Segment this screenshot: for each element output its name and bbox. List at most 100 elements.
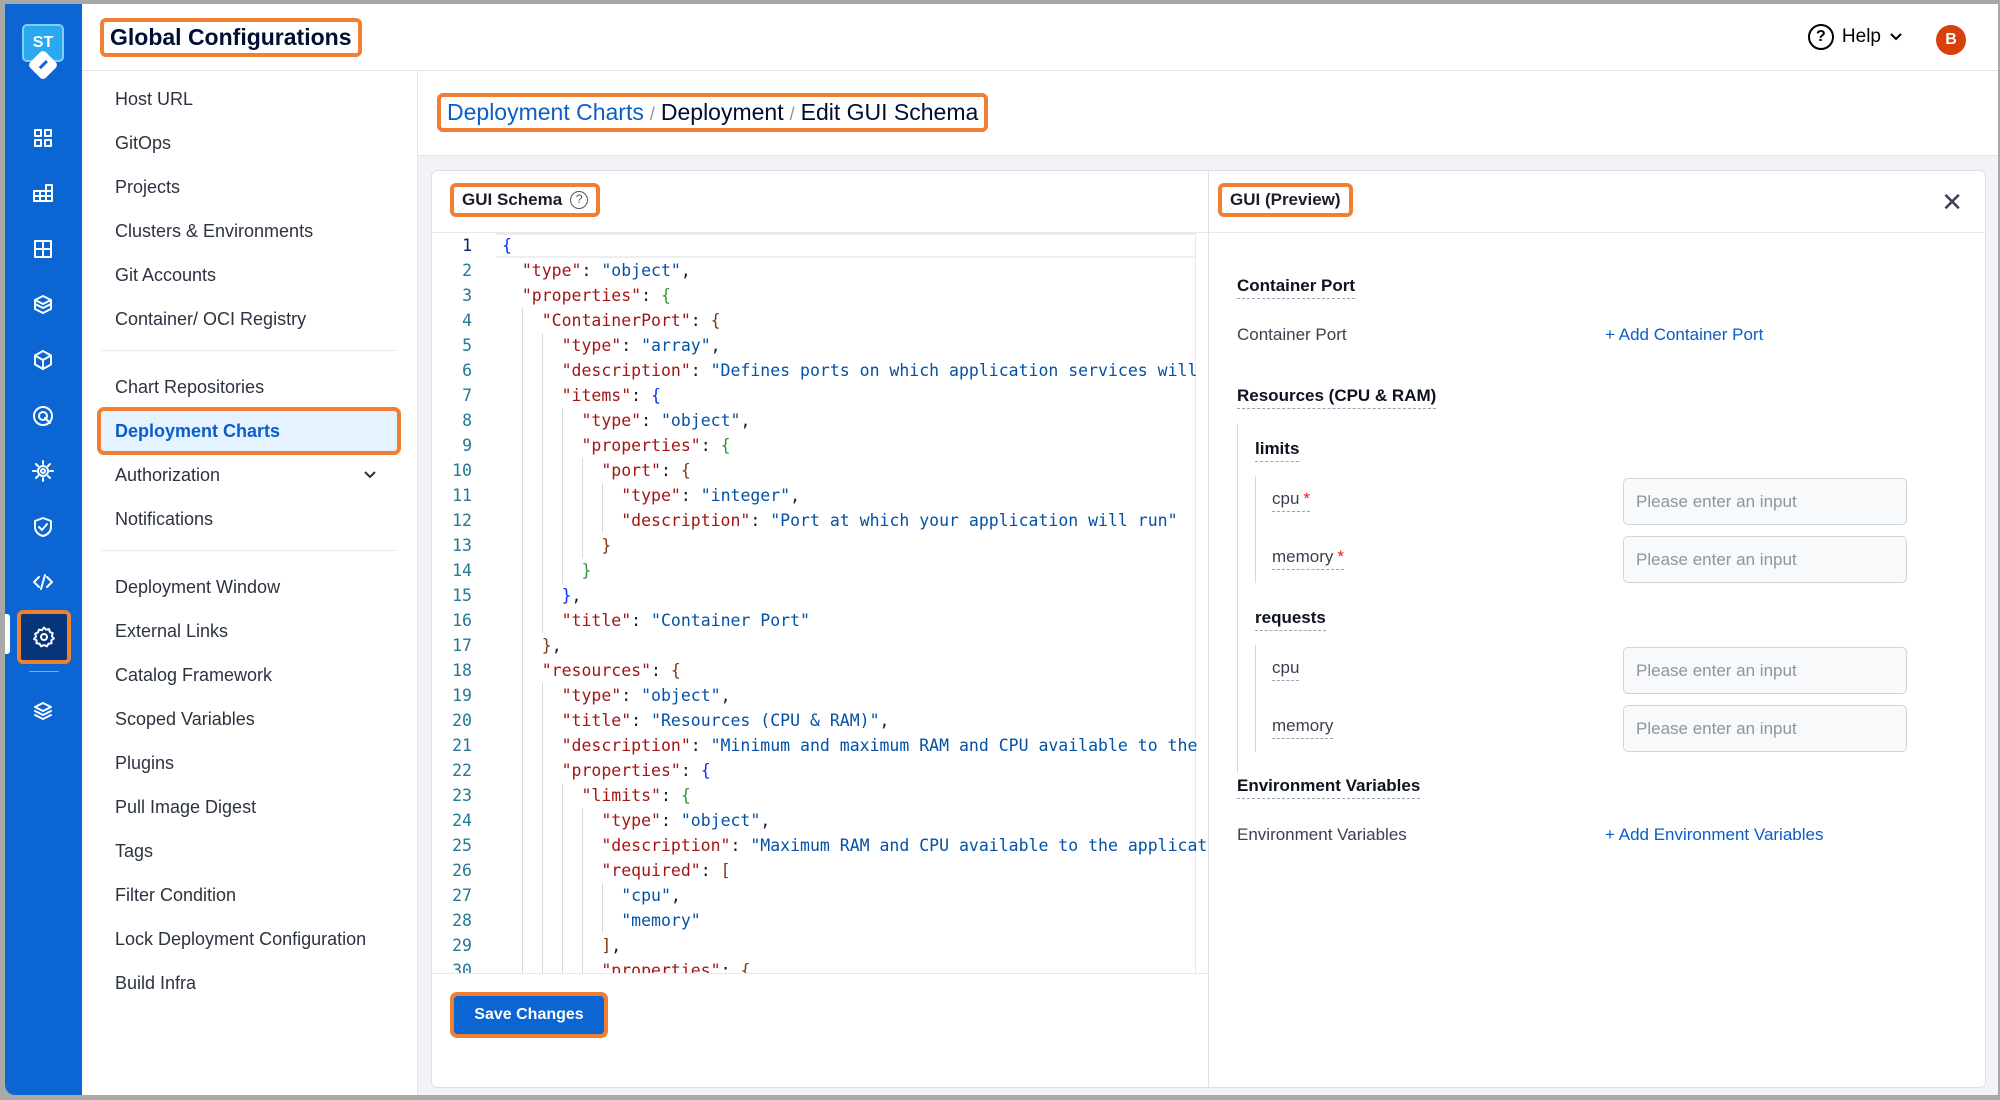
line-number: 14 (452, 561, 472, 580)
code-line: 7 "items": { (432, 383, 1209, 408)
user-avatar[interactable]: B (1936, 25, 1966, 55)
main-content: Deployment Charts / Deployment / Edit GUI Sc… (418, 71, 1998, 1095)
indent-guide (521, 858, 523, 883)
indent-guide (581, 933, 583, 958)
code-line: 30 "properties": { (432, 958, 1209, 973)
limits-cpu-input[interactable] (1623, 478, 1907, 525)
code-editor[interactable]: 1{2 "type": "object", 3 "properties": {4 … (432, 233, 1209, 973)
code-line: 19 "type": "object", (432, 683, 1209, 708)
gui-schema-title: GUI Schema ? (449, 183, 601, 217)
line-number: 9 (462, 436, 472, 455)
nav-item-notifications[interactable]: Notifications (101, 499, 397, 539)
nav-item-projects[interactable]: Projects (101, 167, 397, 207)
indent-guide (581, 458, 583, 483)
code-text: }, (541, 636, 562, 655)
indent-guide (601, 883, 603, 908)
indent-guide (581, 833, 583, 858)
target-icon[interactable] (26, 399, 60, 433)
nav-item-lock-deployment-configuration[interactable]: Lock Deployment Configuration (101, 919, 397, 959)
line-number: 5 (462, 336, 472, 355)
nav-item-pull-image-digest[interactable]: Pull Image Digest (101, 787, 397, 827)
nav-item-scoped-variables[interactable]: Scoped Variables (101, 699, 397, 739)
code-icon[interactable] (26, 565, 60, 599)
code-line: 18 "resources": { (432, 658, 1209, 683)
apps-grid-icon[interactable] (26, 121, 60, 155)
settings-gear-icon[interactable] (17, 610, 71, 664)
nav-item-clusters-environments[interactable]: Clusters & Environments (101, 211, 397, 251)
indent-guide (561, 408, 563, 433)
code-line: 8 "type": "object", (432, 408, 1209, 433)
limits-memory-label-text: memory (1272, 547, 1334, 566)
nav-item-build-infra[interactable]: Build Infra (101, 963, 397, 1003)
sun-gear-icon[interactable] (26, 454, 60, 488)
code-text: "type": "integer", (621, 486, 801, 505)
code-text: "type": "object", (561, 686, 731, 705)
indent-guide (561, 558, 563, 583)
nav-item-deployment-window[interactable]: Deployment Window (101, 567, 397, 607)
cube-icon[interactable] (26, 343, 60, 377)
breadcrumb-bar: Deployment Charts / Deployment / Edit GUI Sc… (418, 71, 1998, 156)
indent-guide (581, 808, 583, 833)
indent-guide (541, 908, 543, 933)
line-number: 23 (452, 786, 472, 805)
code-text: "title": "Resources (CPU & RAM)", (561, 711, 890, 730)
indent-guide (541, 433, 543, 458)
indent-guide (541, 858, 543, 883)
nav-item-host-url[interactable]: Host URL (101, 79, 397, 119)
line-number: 11 (452, 486, 472, 505)
nav-item-gitops[interactable]: GitOps (101, 123, 397, 163)
code-line: 28 "memory" (432, 908, 1209, 933)
nav-item-authorization[interactable]: Authorization (101, 455, 397, 495)
indent-guide (541, 408, 543, 433)
shield-check-icon[interactable] (26, 510, 60, 544)
indent-guide (521, 358, 523, 383)
nav-item-chart-repositories[interactable]: Chart Repositories (101, 367, 397, 407)
nav-item-git-accounts[interactable]: Git Accounts (101, 255, 397, 295)
indent-guide (541, 358, 543, 383)
indent-guide (541, 458, 543, 483)
code-line: 29 ], (432, 933, 1209, 958)
code-text: "limits": { (581, 786, 691, 805)
code-text: "properties": { (521, 286, 671, 305)
nav-item-tags[interactable]: Tags (101, 831, 397, 871)
add-environment-variables-button[interactable]: + Add Environment Variables (1605, 825, 1823, 845)
help-circle-icon[interactable]: ? (570, 191, 589, 209)
required-asterisk: * (1303, 489, 1311, 508)
indent-guide (541, 608, 543, 633)
limits-cpu-label-text: cpu (1272, 489, 1300, 508)
nav-item-deployment-charts[interactable]: Deployment Charts (97, 407, 401, 455)
nav-item-external-links[interactable]: External Links (101, 611, 397, 651)
nav-item-filter-condition[interactable]: Filter Condition (101, 875, 397, 915)
help-menu-button[interactable]: ? Help (1807, 24, 1903, 50)
nav-item-catalog-framework[interactable]: Catalog Framework (101, 655, 397, 695)
breadcrumb-link-deployment-charts[interactable]: Deployment Charts (447, 99, 644, 125)
save-changes-button[interactable]: Save Changes (450, 992, 608, 1038)
plus-icon: + (1605, 825, 1615, 844)
code-line: 13 } (432, 533, 1209, 558)
add-container-port-button[interactable]: + Add Container Port (1605, 325, 1763, 345)
app-logo[interactable]: ST (22, 24, 64, 82)
indent-guide (521, 733, 523, 758)
chart-bars-icon[interactable] (26, 176, 60, 210)
nav-item-container-oci-registry[interactable]: Container/ OCI Registry (101, 299, 397, 339)
requests-memory-input[interactable] (1623, 705, 1907, 752)
schema-editor-card: GUI Schema ? 1{2 "type": "object", 3 "pro… (431, 170, 1986, 1088)
indent-guide (541, 758, 543, 783)
limits-memory-input[interactable] (1623, 536, 1907, 583)
limits-group-line (1255, 476, 1256, 583)
grid-icon[interactable] (26, 232, 60, 266)
line-number: 27 (452, 886, 472, 905)
indent-guide (561, 808, 563, 833)
indent-guide (521, 958, 523, 973)
indent-guide (561, 458, 563, 483)
indent-guide (581, 958, 583, 973)
indent-guide (561, 783, 563, 808)
indent-guide (521, 683, 523, 708)
nav-item-plugins[interactable]: Plugins (101, 743, 397, 783)
package-stack-icon[interactable] (26, 288, 60, 322)
requests-cpu-input[interactable] (1623, 647, 1907, 694)
close-icon[interactable]: ✕ (1941, 189, 1963, 215)
layers-icon[interactable] (26, 694, 60, 728)
code-line: 24 "type": "object", (432, 808, 1209, 833)
code-text: "required": [ (601, 861, 731, 880)
